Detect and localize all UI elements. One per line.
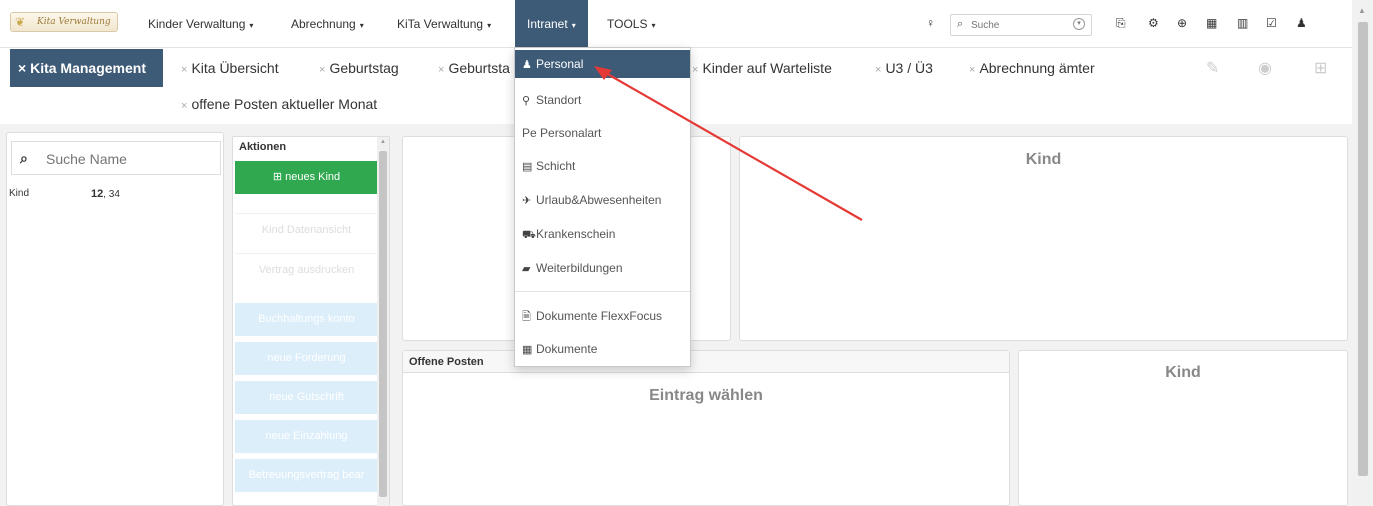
- chart-icon[interactable]: ▥: [1237, 15, 1248, 31]
- page-scrollbar[interactable]: ▲: [1352, 0, 1373, 506]
- lightbulb-icon[interactable]: ♀: [926, 15, 935, 31]
- child-data-view-button[interactable]: Kind Datenansicht: [235, 213, 378, 246]
- actions-scrollbar[interactable]: ▲: [377, 137, 389, 506]
- nav-tools[interactable]: TOOLS ▾: [607, 0, 655, 48]
- menu-item-schicht[interactable]: ▤ Schicht: [515, 152, 690, 180]
- user-icon[interactable]: ♟: [1296, 15, 1307, 31]
- marker-icon: ⚲: [522, 95, 531, 107]
- tab-kita-management[interactable]: × Kita Management: [10, 49, 163, 87]
- person-icon: ♟: [522, 59, 532, 71]
- actions-title: Aktionen: [239, 141, 287, 153]
- menu-item-personal[interactable]: ♟ Personal: [515, 50, 690, 78]
- checkbox-icon[interactable]: ☑: [1266, 15, 1277, 31]
- close-icon[interactable]: ×: [875, 64, 881, 76]
- caret-down-icon: ▾: [651, 21, 656, 30]
- pencil-icon[interactable]: ✎: [1206, 58, 1219, 78]
- close-icon[interactable]: ×: [692, 64, 698, 76]
- leaf-icon: ❦: [15, 15, 26, 29]
- gear-icon[interactable]: ⚙: [1148, 15, 1159, 31]
- menu-item-standort[interactable]: ⚲ Standort: [515, 86, 690, 114]
- care-contract-button[interactable]: Betreuungsvertrag bear: [235, 459, 378, 492]
- menu-item-personalart[interactable]: Pe Personalart: [515, 119, 690, 147]
- logo-text: Kita Verwaltung: [37, 17, 111, 27]
- search-name-input[interactable]: [46, 150, 216, 168]
- plus-circle-icon[interactable]: ⊕: [1177, 15, 1187, 31]
- caret-down-icon: ▾: [571, 21, 576, 30]
- caret-down-icon: ▾: [487, 21, 492, 30]
- actions-panel: Aktionen ⊞ neues Kind Kind Datenansicht …: [232, 136, 390, 506]
- name-search[interactable]: ⌕: [11, 141, 221, 175]
- caret-down-icon: ▾: [249, 21, 254, 30]
- nav-intranet[interactable]: Intranet ▾: [515, 0, 588, 48]
- intranet-dropdown: ♟ Personal ⚲ Standort Pe Personalart ▤ Schi…: [514, 47, 691, 367]
- chevron-down-icon[interactable]: ▾: [1073, 18, 1085, 30]
- offene-posten-panel: Offene Posten Eintrag wählen: [402, 350, 1010, 506]
- nav-kita-verwaltung[interactable]: KiTa Verwaltung ▾: [397, 0, 491, 48]
- list-icon: ▤: [522, 161, 533, 173]
- new-credit-button[interactable]: neue Gutschrift: [235, 381, 378, 414]
- expand-icon[interactable]: ⊞: [1314, 58, 1327, 78]
- panel-title: Kind: [1025, 151, 1062, 168]
- menu-item-krankenschein[interactable]: ⛟Krankenschein: [515, 220, 690, 248]
- plus-square-icon: ⊞: [272, 171, 286, 183]
- close-icon[interactable]: ×: [438, 64, 444, 76]
- menu-divider: [515, 291, 690, 292]
- new-payment-button[interactable]: neue Einzahlung: [235, 420, 378, 453]
- ambulance-icon: ⛟: [522, 229, 536, 241]
- tab-u3-ue3[interactable]: × U3 / Ü3: [875, 59, 933, 79]
- calendar-icon[interactable]: ▦: [1206, 15, 1217, 31]
- eintrag-waehlen: Eintrag wählen: [649, 387, 763, 404]
- tab-geburtstag[interactable]: × Geburtstag: [319, 59, 399, 79]
- new-child-button[interactable]: ⊞ neues Kind: [235, 161, 378, 194]
- menu-item-dokumente[interactable]: ▦ Dokumente: [515, 335, 690, 363]
- close-icon[interactable]: ×: [319, 64, 325, 76]
- book-icon: ▰: [522, 263, 531, 275]
- nav-kinder-verwaltung[interactable]: Kinder Verwaltung ▾: [148, 0, 253, 48]
- clipboard-icon: ▦: [522, 344, 533, 356]
- menu-item-urlaub[interactable]: ✈ Urlaub&Abwesenheiten: [515, 186, 690, 214]
- list-item[interactable]: Kind 12, 34: [9, 188, 219, 204]
- tab-offene-posten[interactable]: × offene Posten aktueller Monat: [181, 95, 377, 115]
- translate-icon[interactable]: ⎘: [1116, 15, 1126, 31]
- print-contract-button[interactable]: Vertrag ausdrucken: [235, 253, 378, 286]
- offene-posten-title: Offene Posten: [403, 351, 1009, 373]
- search-input[interactable]: [971, 18, 1061, 32]
- close-icon[interactable]: ×: [181, 64, 187, 76]
- plane-icon: ✈: [522, 195, 532, 207]
- logo[interactable]: ❦ Kita Verwaltung: [10, 12, 118, 32]
- nav-abrechnung[interactable]: Abrechnung ▾: [291, 0, 364, 48]
- nav-search[interactable]: ⌕ ▾: [950, 14, 1092, 36]
- close-icon[interactable]: ×: [18, 60, 26, 76]
- tab-abrechnung-aemter[interactable]: × Abrechnung ämter: [969, 59, 1095, 79]
- scroll-up-icon[interactable]: ▲: [1358, 6, 1366, 15]
- eye-icon[interactable]: ◉: [1258, 58, 1272, 78]
- search-icon: ⌕: [957, 18, 964, 30]
- tab-kita-uebersicht[interactable]: × Kita Übersicht: [181, 59, 279, 79]
- left-panel: ⌕ Kind 12, 34: [6, 132, 224, 506]
- search-icon: ⌕: [20, 150, 28, 166]
- new-claim-button[interactable]: neue Forderung: [235, 342, 378, 375]
- page-scrollbar-thumb[interactable]: [1358, 22, 1368, 476]
- panel-title: Kind: [1165, 364, 1201, 381]
- close-icon[interactable]: ×: [969, 64, 975, 76]
- file-icon: 🗎: [522, 311, 531, 323]
- caret-down-icon: ▾: [359, 21, 364, 30]
- actions-scrollbar-thumb[interactable]: [379, 151, 387, 497]
- kind-panel-3: Kind: [1018, 350, 1348, 506]
- tab-kinder-warteliste[interactable]: × Kinder auf Warteliste: [692, 59, 832, 79]
- tab-geburtstag-2[interactable]: × Geburtsta: [438, 59, 510, 79]
- menu-item-dokumente-flexxfocus[interactable]: 🗎 Dokumente FlexxFocus: [515, 302, 690, 330]
- scroll-up-icon[interactable]: ▲: [380, 139, 386, 145]
- menu-item-weiterbildungen[interactable]: ▰ Weiterbildungen: [515, 254, 690, 282]
- kind-panel-2: Kind: [739, 136, 1348, 341]
- accounting-button[interactable]: Buchhaltungs konto: [235, 303, 378, 336]
- top-navbar: ❦ Kita Verwaltung Kinder Verwaltung ▾ Abr…: [0, 0, 1352, 48]
- close-icon[interactable]: ×: [181, 100, 187, 112]
